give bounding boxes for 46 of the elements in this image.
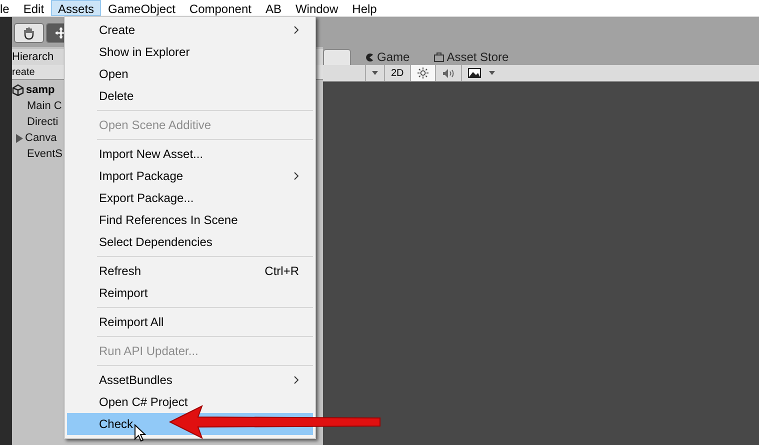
scene-name[interactable]: samp [26,84,55,96]
menu-bar-item[interactable]: AB [258,0,288,16]
sun-icon [416,67,429,79]
create-dropdown[interactable]: reate [12,66,35,78]
menu-item[interactable]: Open [67,63,313,85]
bag-icon [434,52,444,62]
menu-item[interactable]: Reimport All [67,311,313,333]
menu-item[interactable]: Import Package [67,165,313,187]
panel-title: Hierarch [12,51,54,63]
caret-icon [372,71,378,75]
hierarchy-item[interactable]: Canva [25,130,57,146]
shortcut-text: Ctrl+R [264,264,299,278]
hierarchy-item[interactable]: Directi [27,114,58,130]
menu-item[interactable]: Select Dependencies [67,231,313,253]
menu-bar-item[interactable]: Component [182,0,258,16]
caret-icon [488,71,495,75]
hierarchy-item[interactable]: Main C [27,98,62,114]
menu-bar-item[interactable]: Assets [51,0,102,16]
menu-bar-item[interactable]: le [0,0,16,16]
view-tab[interactable]: Asset Store [424,49,519,65]
menu-item[interactable]: Open C# Project [67,391,313,413]
menu-bar-item[interactable]: Window [288,0,346,16]
menu-item[interactable]: Export Package... [67,187,313,209]
menu-bar-item[interactable]: GameObject [101,0,182,16]
menu-item[interactable]: Show in Explorer [67,41,313,63]
menu-item[interactable]: Create [67,19,313,41]
image-icon [468,68,481,78]
view-tab[interactable] [323,49,351,65]
mouse-pointer-icon [134,424,146,442]
lighting-toggle[interactable] [410,65,435,81]
menu-item[interactable]: Import New Asset... [67,143,313,165]
menu-item[interactable]: Find References In Scene [67,209,313,231]
menu-bar-item[interactable]: Help [345,0,384,16]
hand-tool-button[interactable] [14,23,44,43]
unity-logo-icon [12,84,24,96]
menu-bar-item[interactable]: Edit [16,0,52,16]
hand-icon [22,26,36,40]
speaker-icon [442,68,455,78]
pacman-icon [365,52,374,62]
menu-item[interactable]: Reimport [67,282,313,304]
expand-triangle-icon[interactable] [16,134,23,142]
view-tab[interactable]: Game [355,49,420,65]
menu-item[interactable]: Refresh Ctrl+R [67,260,313,282]
menu-item[interactable]: Delete [67,85,313,107]
hierarchy-item[interactable]: EventS [27,146,62,162]
menu-item[interactable]: AssetBundles [67,369,313,391]
